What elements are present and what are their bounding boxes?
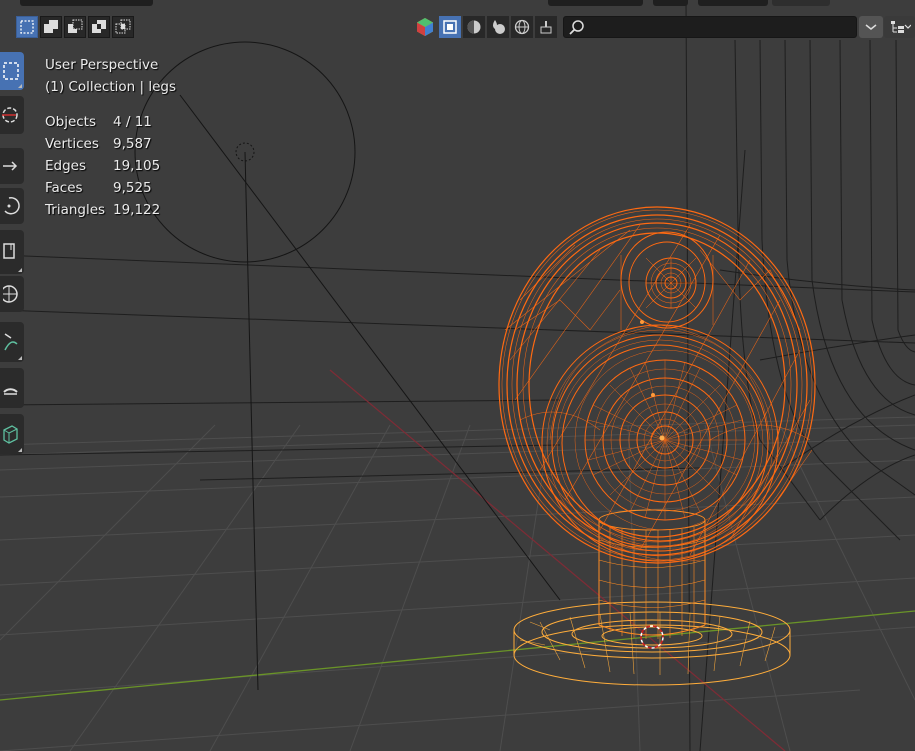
scale-icon bbox=[3, 243, 15, 259]
rendered-shading-button[interactable] bbox=[511, 16, 533, 38]
select-subtract-icon bbox=[68, 19, 83, 33]
measure-icon bbox=[3, 388, 18, 395]
header-dropdown-stub[interactable] bbox=[548, 0, 643, 6]
wireframe-icon bbox=[443, 20, 457, 34]
stat-label: Edges bbox=[45, 158, 87, 174]
stat-value: 19,122 bbox=[113, 202, 161, 218]
cursor-tool[interactable] bbox=[0, 96, 24, 134]
material-drops-icon bbox=[493, 20, 505, 34]
viewport-header bbox=[0, 0, 915, 40]
header-proportional-stub[interactable] bbox=[698, 0, 768, 6]
solid-shading-button[interactable] bbox=[463, 16, 485, 38]
add-cube-tool[interactable] bbox=[0, 414, 24, 454]
search-box[interactable] bbox=[563, 16, 857, 38]
stat-value: 9,587 bbox=[113, 136, 152, 152]
select-difference-button[interactable] bbox=[88, 16, 110, 38]
select-box-icon bbox=[3, 62, 19, 80]
measure-tool[interactable] bbox=[0, 368, 24, 408]
rotate-tool[interactable] bbox=[0, 188, 24, 224]
render-globe-icon bbox=[514, 19, 530, 35]
stat-label: Vertices bbox=[45, 136, 99, 152]
transform-tool[interactable] bbox=[0, 276, 24, 312]
stat-value: 9,525 bbox=[113, 180, 152, 196]
stat-label: Objects bbox=[45, 114, 97, 130]
wireframe-shading-button[interactable] bbox=[439, 16, 461, 38]
move-arrows-icon bbox=[3, 161, 18, 171]
header-snap-stub[interactable] bbox=[653, 0, 688, 6]
gizmo-hex-icon bbox=[417, 18, 433, 36]
outliner-tree-icon bbox=[890, 21, 911, 33]
stat-value: 4 / 11 bbox=[113, 114, 152, 130]
select-box-tool[interactable] bbox=[0, 52, 24, 90]
view-name: User Perspective bbox=[45, 57, 159, 73]
select-subtract-button[interactable] bbox=[64, 16, 86, 38]
viewport-info-overlay: User Perspective (1) Collection | legs bbox=[45, 54, 176, 98]
select-extend-button[interactable] bbox=[40, 16, 62, 38]
outliner-view-button[interactable] bbox=[884, 16, 915, 38]
move-tool[interactable] bbox=[0, 148, 24, 184]
solid-sphere-icon bbox=[467, 20, 481, 34]
select-intersect-icon bbox=[115, 19, 131, 34]
stat-value: 19,105 bbox=[113, 158, 161, 174]
stat-label: Triangles bbox=[45, 202, 106, 218]
search-icon bbox=[569, 20, 584, 35]
header-menu-stub[interactable] bbox=[20, 0, 153, 6]
select-intersect-button[interactable] bbox=[112, 16, 134, 38]
add-cube-icon bbox=[3, 425, 18, 444]
shading-options-button[interactable] bbox=[535, 16, 557, 38]
transform-icon bbox=[3, 285, 18, 303]
overlays-toggle[interactable] bbox=[414, 16, 436, 38]
select-difference-icon bbox=[92, 20, 106, 33]
scale-tool[interactable] bbox=[0, 230, 24, 274]
header-overlay-stub[interactable] bbox=[772, 0, 830, 6]
chevron-down-icon bbox=[865, 24, 877, 30]
search-input[interactable] bbox=[590, 19, 854, 37]
rotate-icon bbox=[4, 196, 20, 215]
select-extend-icon bbox=[44, 20, 58, 33]
brush-icon bbox=[540, 21, 552, 34]
select-new-button[interactable] bbox=[16, 16, 38, 38]
stat-label: Faces bbox=[45, 180, 83, 196]
annotate-tool[interactable] bbox=[0, 322, 24, 362]
cursor-icon bbox=[2, 107, 18, 123]
material-preview-button[interactable] bbox=[487, 16, 509, 38]
filter-dropdown-button[interactable] bbox=[859, 16, 883, 38]
select-new-icon bbox=[20, 20, 34, 34]
active-collection: (1) Collection | legs bbox=[45, 79, 176, 95]
annotate-icon bbox=[4, 333, 18, 351]
